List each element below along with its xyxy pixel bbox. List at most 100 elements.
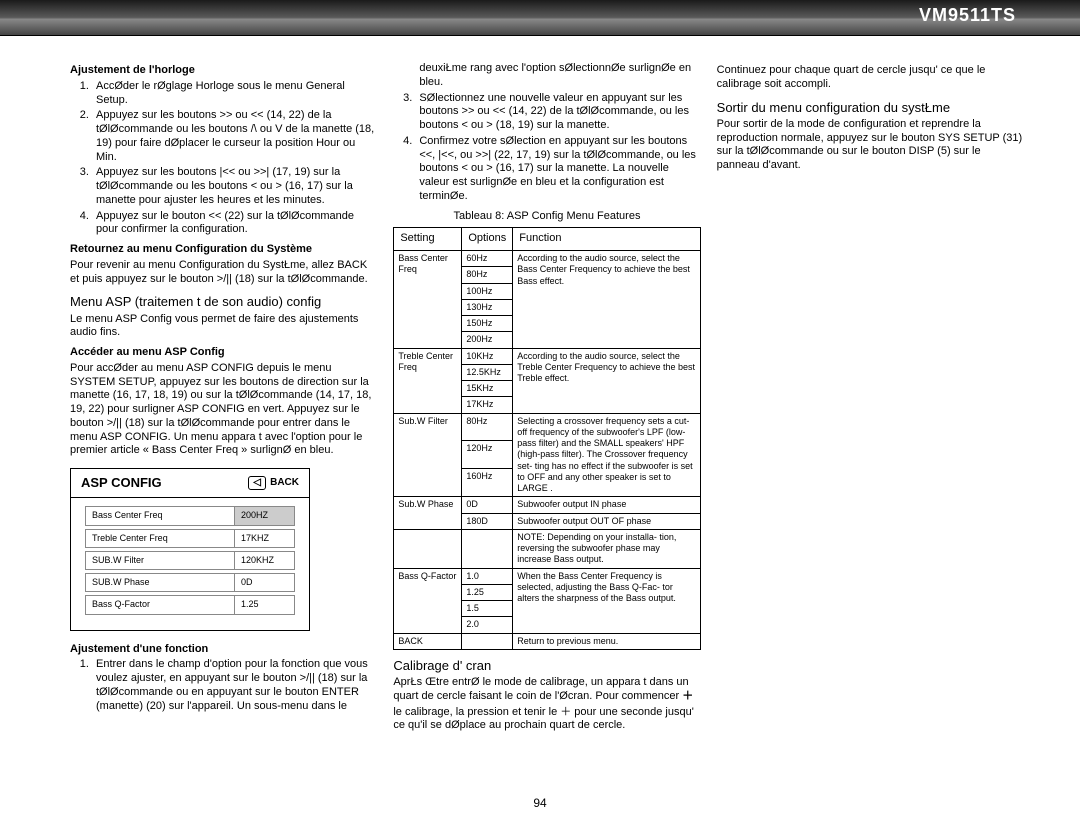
cell-function: Subwoofer output IN phase [513, 497, 700, 513]
th-setting: Setting [394, 228, 462, 251]
plus-icon: ＋ [682, 690, 693, 702]
heading-access: Accéder au menu ASP Config [70, 346, 377, 360]
asp-title: ASP CONFIG [81, 475, 162, 491]
cell-function: According to the audio source, select th… [513, 348, 700, 413]
cell-option: 120Hz [462, 441, 513, 469]
clock-steps: AccØder le rØglage Horloge sous le menu … [70, 80, 377, 237]
cell-note: NOTE: Depending on your installa- tion, … [513, 529, 700, 568]
cell-option [462, 633, 513, 649]
heading-return: Retournez au menu Configuration du Systè… [70, 243, 377, 257]
paragraph: le calibrage, la pression et tenir le ＋ … [393, 706, 700, 734]
asp-row[interactable]: Bass Q-Factor1.25 [85, 595, 295, 614]
asp-row-label: SUB.W Phase [86, 574, 234, 591]
heading-exit: Sortir du menu configuration du systŁme [717, 100, 1024, 116]
asp-row-value: 1.25 [234, 596, 294, 613]
cell-option: 200Hz [462, 332, 513, 348]
asp-row-label: Bass Q-Factor [86, 596, 234, 613]
back-arrow-icon: ◁ [248, 476, 266, 490]
cell-option: 80Hz [462, 267, 513, 283]
asp-row[interactable]: SUB.W Phase0D [85, 573, 295, 592]
asp-config-panel: ASP CONFIG ◁ BACK Bass Center Freq200HZT… [70, 468, 310, 631]
column-1: Ajustement de l'horloge AccØder le rØgla… [70, 64, 377, 735]
cell-option: 60Hz [462, 251, 513, 267]
paragraph: AprŁs Œtre entrØ le mode de calibrage, u… [393, 676, 700, 704]
paragraph: Le menu ASP Config vous permet de faire … [70, 313, 377, 341]
paragraph: Pour revenir au menu Configuration du Sy… [70, 259, 377, 287]
th-function: Function [513, 228, 700, 251]
paragraph: Pour sortir de la mode de configuration … [717, 118, 1024, 173]
asp-row-label: Bass Center Freq [86, 507, 234, 524]
cell-option: 0D [462, 497, 513, 513]
list-item: SØlectionnez une nouvelle valeur en appu… [415, 92, 700, 133]
cell-option: 1.5 [462, 601, 513, 617]
cell-setting: Sub.W Filter [394, 413, 462, 497]
cell-option: 2.0 [462, 617, 513, 633]
asp-row[interactable]: Bass Center Freq200HZ [85, 506, 295, 525]
asp-row-value: 120KHZ [234, 552, 294, 569]
cell-option: 17KHz [462, 397, 513, 413]
cell-empty [394, 529, 462, 568]
heading-adjust: Ajustement d'une fonction [70, 643, 377, 657]
table-row: Treble Center Freq10KHzAccording to the … [394, 348, 700, 364]
heading-menu-asp: Menu ASP (traitemen t de son audio) conf… [70, 294, 377, 310]
cell-setting: BACK [394, 633, 462, 649]
list-item: Confirmez votre sØlection en appuyant su… [415, 135, 700, 204]
th-options: Options [462, 228, 513, 251]
list-item: deuxiŁme rang avec l'option sØlectionnØe… [393, 62, 700, 90]
cell-option: 180D [462, 513, 513, 529]
paragraph: Continuez pour chaque quart de cercle ju… [717, 64, 1024, 92]
cell-setting: Bass Q-Factor [394, 568, 462, 633]
asp-row-label: Treble Center Freq [86, 530, 234, 547]
cell-setting: Bass Center Freq [394, 251, 462, 349]
back-button[interactable]: ◁ BACK [248, 476, 299, 490]
cell-option: 80Hz [462, 413, 513, 441]
cell-option: 130Hz [462, 299, 513, 315]
cell-option: 15KHz [462, 381, 513, 397]
back-label: BACK [270, 477, 299, 490]
heading-calibration: Calibrage d' cran [393, 658, 700, 674]
heading-clock: Ajustement de l'horloge [70, 64, 377, 78]
list-item: Entrer dans le champ d'option pour la fo… [92, 658, 377, 713]
cell-option: 1.25 [462, 584, 513, 600]
paragraph: Pour accØder au menu ASP CONFIG depuis l… [70, 362, 377, 458]
column-3: Continuez pour chaque quart de cercle ju… [717, 64, 1024, 735]
asp-row-label: SUB.W Filter [86, 552, 234, 569]
list-item: Appuyez sur les boutons |<< ou >>| (17, … [92, 166, 377, 207]
asp-row[interactable]: Treble Center Freq17KHZ [85, 529, 295, 548]
adjust-steps-cont: deuxiŁme rang avec l'option sØlectionnØe… [393, 62, 700, 204]
table-row: Sub.W Phase0DSubwoofer output IN phase [394, 497, 700, 513]
cell-function: Selecting a crossover frequency sets a c… [513, 413, 700, 497]
cell-option: 100Hz [462, 283, 513, 299]
cell-option: 10KHz [462, 348, 513, 364]
cell-function: When the Bass Center Frequency is select… [513, 568, 700, 633]
cell-setting: Treble Center Freq [394, 348, 462, 413]
asp-row-value: 0D [234, 574, 294, 591]
asp-row[interactable]: SUB.W Filter120KHZ [85, 551, 295, 570]
page-number: 94 [0, 796, 1080, 810]
table-row-note: NOTE: Depending on your installa- tion, … [394, 529, 700, 568]
table-row: Bass Q-Factor1.0When the Bass Center Fre… [394, 568, 700, 584]
list-item: Appuyez sur les boutons >> ou << (14, 22… [92, 109, 377, 164]
cell-option: 150Hz [462, 316, 513, 332]
table-row: Bass Center Freq60HzAccording to the aud… [394, 251, 700, 267]
cell-setting: Sub.W Phase [394, 497, 462, 530]
asp-row-value: 17KHZ [234, 530, 294, 547]
adjust-steps: Entrer dans le champ d'option pour la fo… [70, 658, 377, 713]
cell-option: 12.5KHz [462, 364, 513, 380]
cell-option: 160Hz [462, 469, 513, 497]
list-item: Appuyez sur le bouton << (22) sur la tØl… [92, 210, 377, 238]
cell-option: 1.0 [462, 568, 513, 584]
table-row: BACK Return to previous menu. [394, 633, 700, 649]
cell-function: According to the audio source, select th… [513, 251, 700, 349]
header-bar: VM9511TS [0, 0, 1080, 36]
list-item: AccØder le rØglage Horloge sous le menu … [92, 80, 377, 108]
asp-config-table: Setting Options Function Bass Center Fre… [393, 227, 700, 650]
cell-function: Return to previous menu. [513, 633, 700, 649]
column-2: deuxiŁme rang avec l'option sØlectionnØe… [393, 64, 700, 735]
table-row: Sub.W Filter80HzSelecting a crossover fr… [394, 413, 700, 441]
table-caption: Tableau 8: ASP Config Menu Features [393, 210, 700, 224]
cell-empty [462, 529, 513, 568]
cell-function: Subwoofer output OUT OF phase [513, 513, 700, 529]
asp-row-value: 200HZ [234, 507, 294, 524]
model-number: VM9511TS [919, 5, 1016, 26]
